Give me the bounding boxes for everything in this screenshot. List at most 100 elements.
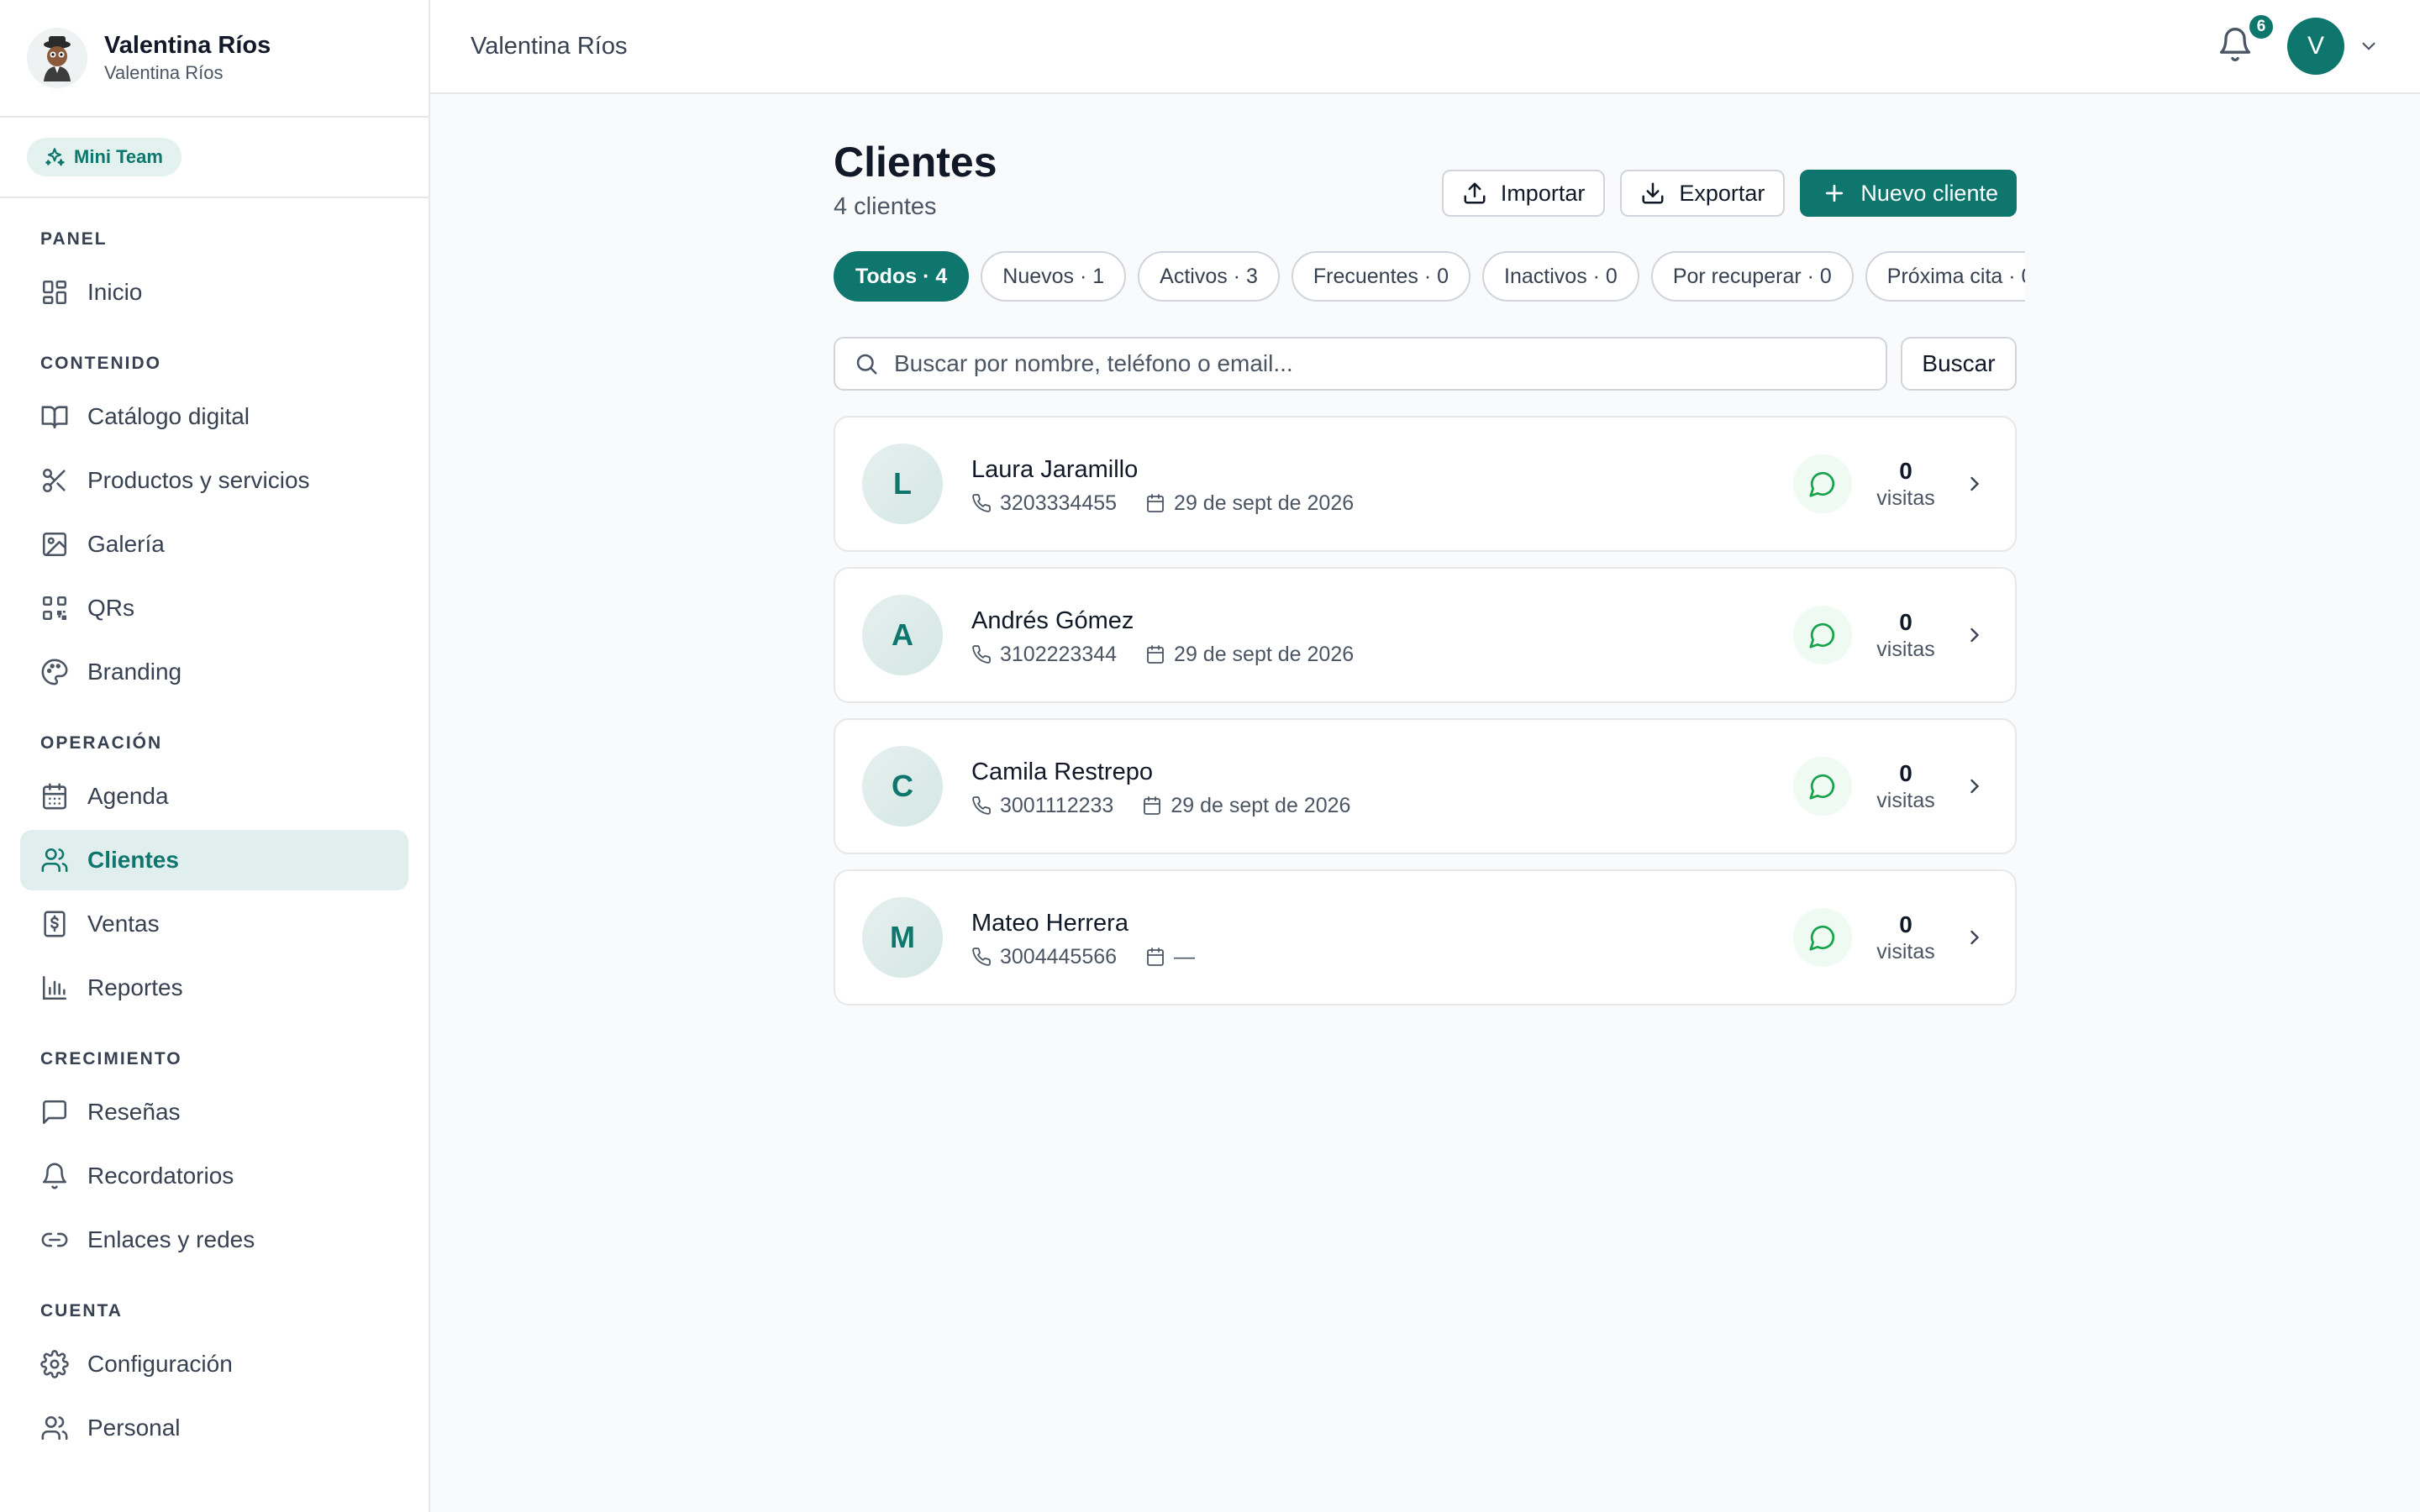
- client-info: Camila Restrepo 3001112233 29 de sept de…: [971, 755, 1793, 818]
- filter-chip-proxima-cita[interactable]: Próxima cita · 0: [1865, 251, 2025, 302]
- export-button[interactable]: Exportar: [1620, 170, 1786, 217]
- client-avatar: L: [862, 444, 943, 524]
- client-card[interactable]: C Camila Restrepo 3001112233 29 de sept …: [834, 718, 2017, 854]
- filter-chip-por-recuperar[interactable]: Por recuperar · 0: [1650, 251, 1854, 302]
- sidebar-item-label: Inicio: [87, 279, 143, 305]
- section-title-panel: PANEL: [40, 229, 108, 249]
- bar-chart-icon: [42, 975, 67, 1000]
- search-row: Buscar: [834, 337, 2017, 391]
- sidebar-item-label: Enlaces y redes: [87, 1226, 255, 1252]
- chevron-right-icon[interactable]: [1963, 926, 1986, 949]
- bell-icon: [42, 1163, 67, 1189]
- download-icon: [1642, 182, 1664, 204]
- visits-count: 0: [1899, 760, 1912, 786]
- sidebar-item-resenas[interactable]: Reseñas: [20, 1082, 408, 1142]
- calendar-icon: [1147, 494, 1164, 512]
- sidebar-item-label: Ventas: [87, 911, 160, 937]
- upload-icon: [1464, 182, 1486, 204]
- calendar-icon: [42, 783, 67, 810]
- sidebar-item-branding[interactable]: Branding: [20, 642, 408, 702]
- page-title: Clientes: [834, 139, 997, 186]
- client-info: Andrés Gómez 3102223344 29 de sept de 20…: [971, 604, 1793, 667]
- sidebar-item-label: Productos y servicios: [87, 467, 310, 493]
- client-phone: 3102223344: [1000, 642, 1118, 666]
- chevron-right-icon[interactable]: [1963, 774, 1986, 798]
- chevron-right-icon[interactable]: [1963, 623, 1986, 647]
- chevron-right-icon[interactable]: [1963, 472, 1986, 496]
- topbar-title: Valentina Ríos: [471, 32, 628, 60]
- export-label: Exportar: [1679, 180, 1765, 206]
- client-info: Laura Jaramillo 3203334455 29 de sept de…: [971, 453, 1793, 516]
- scissors-icon: [42, 468, 66, 493]
- sidebar-item-label: Configuración: [87, 1351, 233, 1377]
- sidebar-item-inicio[interactable]: Inicio: [20, 262, 408, 323]
- dashboard-icon: [42, 280, 67, 305]
- whatsapp-icon: [1809, 471, 1835, 497]
- sidebar-item-label: Agenda: [87, 783, 169, 809]
- team-plan-chip[interactable]: Mini Team: [27, 138, 182, 176]
- sidebar-item-agenda[interactable]: Agenda: [20, 766, 408, 827]
- message-icon: [42, 1100, 67, 1125]
- sidebar-item-qrs[interactable]: QRs: [20, 578, 408, 638]
- search-input[interactable]: [894, 350, 1867, 377]
- whatsapp-button[interactable]: [1793, 606, 1852, 664]
- filter-chip-inactivos[interactable]: Inactivos · 0: [1482, 251, 1639, 302]
- client-card[interactable]: L Laura Jaramillo 3203334455 29 de sept …: [834, 416, 2017, 552]
- visits-count: 0: [1899, 911, 1912, 937]
- client-phone: 3001112233: [1000, 793, 1114, 817]
- search-box: [834, 337, 1887, 391]
- sidebar-item-galeria[interactable]: Galería: [20, 514, 408, 575]
- visits-label: visitas: [1876, 486, 1935, 510]
- visits-label: visitas: [1876, 940, 1935, 963]
- gear-icon: [40, 1350, 69, 1378]
- notification-badge: 6: [2247, 13, 2275, 41]
- sidebar-item-label: Clientes: [87, 847, 179, 873]
- client-name: Mateo Herrera: [971, 909, 1128, 937]
- filter-chip-activos[interactable]: Activos · 3: [1138, 251, 1280, 302]
- filter-chip-nuevos[interactable]: Nuevos · 1: [981, 251, 1127, 302]
- sidebar-item-productos[interactable]: Productos y servicios: [20, 450, 408, 511]
- topbar: Valentina Ríos 6 V: [430, 0, 2420, 94]
- link-icon: [41, 1232, 68, 1247]
- search-button[interactable]: Buscar: [1901, 337, 2017, 391]
- whatsapp-button[interactable]: [1793, 757, 1852, 816]
- book-icon: [41, 406, 68, 429]
- sidebar-item-ventas[interactable]: Ventas: [20, 894, 408, 954]
- sidebar-item-clientes[interactable]: Clientes: [20, 830, 408, 890]
- filter-chip-todos[interactable]: Todos · 4: [834, 251, 970, 302]
- sidebar-item-label: Branding: [87, 659, 182, 685]
- filter-chip-frecuentes[interactable]: Frecuentes · 0: [1291, 251, 1471, 302]
- sidebar-item-label: Reseñas: [87, 1099, 181, 1125]
- chevron-down-icon[interactable]: [2358, 35, 2380, 57]
- client-avatar: M: [862, 897, 943, 978]
- sidebar-header: Valentina Ríos Valentina Ríos: [0, 0, 429, 118]
- sidebar-item-catalogo[interactable]: Catálogo digital: [20, 386, 408, 447]
- phone-icon: [972, 645, 991, 664]
- client-meta: 3203334455 29 de sept de 2026: [971, 491, 1793, 516]
- client-visits: 0 visitas: [1874, 759, 1938, 813]
- sidebar-user-subtitle: Valentina Ríos: [104, 62, 224, 83]
- visits-label: visitas: [1876, 638, 1935, 661]
- whatsapp-button[interactable]: [1793, 454, 1852, 513]
- sidebar-item-label: Catálogo digital: [87, 403, 250, 429]
- new-client-button[interactable]: Nuevo cliente: [1800, 170, 2017, 217]
- import-button[interactable]: Importar: [1441, 170, 1606, 217]
- notifications-button[interactable]: 6: [2217, 13, 2275, 66]
- user-avatar[interactable]: V: [2287, 18, 2344, 75]
- whatsapp-button[interactable]: [1793, 908, 1852, 967]
- sidebar-item-enlaces[interactable]: Enlaces y redes: [20, 1210, 408, 1270]
- client-card[interactable]: A Andrés Gómez 3102223344 29 de sept de …: [834, 567, 2017, 703]
- client-name: Andrés Gómez: [971, 606, 1134, 634]
- client-card[interactable]: M Mateo Herrera 3004445566 — 0 visitas: [834, 869, 2017, 1005]
- business-logo[interactable]: [27, 28, 87, 88]
- new-client-label: Nuevo cliente: [1860, 180, 1998, 206]
- whatsapp-icon: [1809, 925, 1835, 951]
- sparkles-icon: [45, 148, 65, 166]
- client-phone: 3004445566: [1000, 944, 1118, 969]
- sidebar-item-personal[interactable]: Personal: [20, 1398, 408, 1458]
- client-list: L Laura Jaramillo 3203334455 29 de sept …: [834, 416, 2017, 1005]
- sidebar-item-configuracion[interactable]: Configuración: [20, 1334, 408, 1394]
- section-title-crecimiento: CRECIMIENTO: [40, 1049, 182, 1068]
- sidebar-item-recordatorios[interactable]: Recordatorios: [20, 1146, 408, 1206]
- sidebar-item-reportes[interactable]: Reportes: [20, 958, 408, 1018]
